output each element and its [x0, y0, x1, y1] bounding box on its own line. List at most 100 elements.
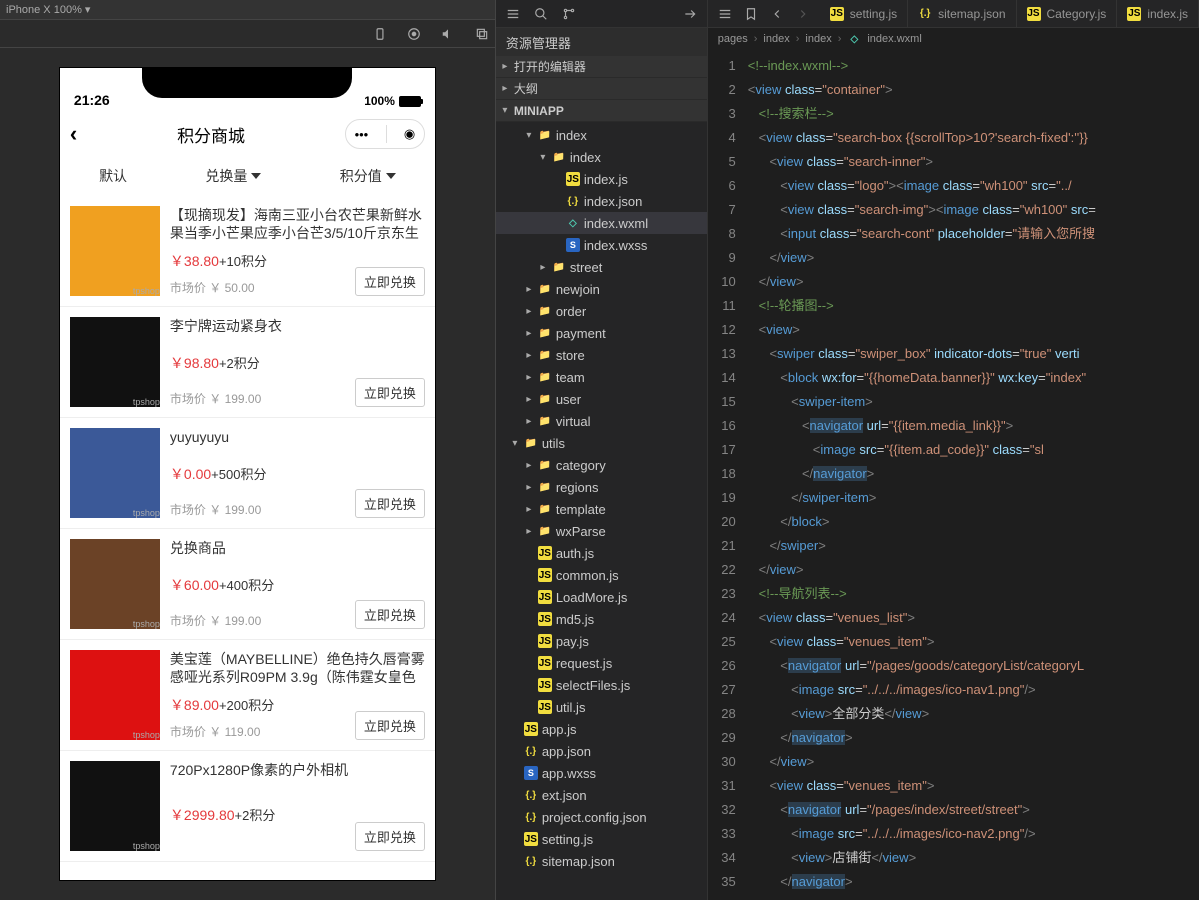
tree-node[interactable]: JSauth.js: [496, 542, 707, 564]
product-item[interactable]: tpshop yuyuyuyu ￥0.00+500积分 市场价 ￥ 199.00…: [60, 418, 435, 529]
redeem-button[interactable]: 立即兑换: [355, 600, 425, 629]
file-tree[interactable]: ▾📁index▾📁indexJSindex.js{.}index.json◇in…: [496, 122, 707, 900]
detach-icon[interactable]: [475, 27, 489, 41]
tree-node[interactable]: ▸📁category: [496, 454, 707, 476]
product-item[interactable]: tpshop 美宝莲（MAYBELLINE）绝色持久唇膏雾感哑光系列R09PM …: [60, 640, 435, 751]
crumb-item[interactable]: index: [805, 33, 831, 45]
tree-node[interactable]: ▸📁wxParse: [496, 520, 707, 542]
search-icon[interactable]: [534, 7, 548, 21]
code-line[interactable]: <block wx:for="{{homeData.banner}}" wx:k…: [748, 366, 1199, 390]
code-line[interactable]: <navigator url="/pages/goods/categoryLis…: [748, 654, 1199, 678]
tree-node[interactable]: ▸📁store: [496, 344, 707, 366]
code-line[interactable]: <!--轮播图-->: [748, 294, 1199, 318]
tree-node[interactable]: ▸📁template: [496, 498, 707, 520]
code-line[interactable]: </view>: [748, 558, 1199, 582]
code-line[interactable]: <view class="search-box {{scrollTop>10?'…: [748, 126, 1199, 150]
code-line[interactable]: <!--搜索栏-->: [748, 102, 1199, 126]
code-line[interactable]: <view>: [748, 318, 1199, 342]
tree-node[interactable]: JSLoadMore.js: [496, 586, 707, 608]
record-icon[interactable]: [407, 27, 421, 41]
tree-node[interactable]: {.}sitemap.json: [496, 850, 707, 872]
tree-node[interactable]: JSmd5.js: [496, 608, 707, 630]
redeem-button[interactable]: 立即兑换: [355, 267, 425, 296]
redeem-button[interactable]: 立即兑换: [355, 489, 425, 518]
mute-icon[interactable]: [441, 27, 455, 41]
tree-node[interactable]: JSpay.js: [496, 630, 707, 652]
tree-node[interactable]: ▸📁team: [496, 366, 707, 388]
tree-node[interactable]: ▾📁index: [496, 146, 707, 168]
tree-node[interactable]: ▸📁regions: [496, 476, 707, 498]
tree-node[interactable]: {.}index.json: [496, 190, 707, 212]
redeem-button[interactable]: 立即兑换: [355, 378, 425, 407]
tree-node[interactable]: Sindex.wxss: [496, 234, 707, 256]
code-line[interactable]: <view class="search-inner">: [748, 150, 1199, 174]
tree-node[interactable]: JSutil.js: [496, 696, 707, 718]
code-line[interactable]: <view>全部分类</view>: [748, 702, 1199, 726]
filter-tab[interactable]: 积分值: [340, 166, 396, 186]
tree-node[interactable]: JSselectFiles.js: [496, 674, 707, 696]
product-item[interactable]: tpshop 李宁牌运动紧身衣 ￥98.80+2积分 市场价 ￥ 199.00 …: [60, 307, 435, 418]
tree-node[interactable]: {.}project.config.json: [496, 806, 707, 828]
back-icon[interactable]: ‹: [70, 121, 77, 147]
code-line[interactable]: </block>: [748, 510, 1199, 534]
section-outline[interactable]: ▸大纲: [496, 78, 707, 100]
tree-node[interactable]: Sapp.wxss: [496, 762, 707, 784]
device-icon[interactable]: [373, 27, 387, 41]
code-line[interactable]: <view class="venues_item">: [748, 630, 1199, 654]
code-line[interactable]: <view>店铺街</view>: [748, 846, 1199, 870]
branch-icon[interactable]: [562, 7, 576, 21]
code-editor[interactable]: 1234567891011121314151617181920212223242…: [708, 50, 1199, 900]
tree-node[interactable]: ▸📁user: [496, 388, 707, 410]
product-list[interactable]: tpshop 【现摘现发】海南三亚小台农芒果新鲜水果当季小芒果应季小台芒3/5/…: [60, 196, 435, 862]
list-icon[interactable]: [718, 7, 732, 21]
filter-tab[interactable]: 默认: [99, 166, 127, 186]
tree-node[interactable]: JSindex.js: [496, 168, 707, 190]
code-line[interactable]: <!--index.wxml-->: [748, 54, 1199, 78]
code-line[interactable]: <view class="container">: [748, 78, 1199, 102]
tree-node[interactable]: JSrequest.js: [496, 652, 707, 674]
code-line[interactable]: <image src="../../../images/ico-nav2.png…: [748, 822, 1199, 846]
editor-tab[interactable]: JSsetting.js: [820, 0, 908, 28]
product-item[interactable]: tpshop 【现摘现发】海南三亚小台农芒果新鲜水果当季小芒果应季小台芒3/5/…: [60, 196, 435, 307]
tree-node[interactable]: ▾📁index: [496, 124, 707, 146]
code-line[interactable]: </swiper-item>: [748, 486, 1199, 510]
code-line[interactable]: <image src="../../../images/ico-nav1.png…: [748, 678, 1199, 702]
back-arrow-icon[interactable]: [770, 7, 784, 21]
code-line[interactable]: </navigator>: [748, 726, 1199, 750]
tree-node[interactable]: {.}ext.json: [496, 784, 707, 806]
crumb-item[interactable]: index: [763, 33, 789, 45]
tree-node[interactable]: ▸📁street: [496, 256, 707, 278]
filter-tab[interactable]: 兑换量: [205, 166, 261, 186]
tree-node[interactable]: ◇index.wxml: [496, 212, 707, 234]
code-line[interactable]: <view class="venues_list">: [748, 606, 1199, 630]
product-item[interactable]: tpshop 720Px1280P像素的户外相机 ￥2999.80+2积分 立即…: [60, 751, 435, 862]
code-line[interactable]: <view class="logo"><image class="wh100" …: [748, 174, 1199, 198]
editor-tab[interactable]: JSindex.js: [1117, 0, 1199, 28]
tree-node[interactable]: ▸📁payment: [496, 322, 707, 344]
code-line[interactable]: <!--导航列表-->: [748, 582, 1199, 606]
tree-node[interactable]: JSapp.js: [496, 718, 707, 740]
bookmark-icon[interactable]: [744, 7, 758, 21]
code-line[interactable]: </view>: [748, 270, 1199, 294]
code-line[interactable]: </navigator>: [748, 462, 1199, 486]
section-editors[interactable]: ▸打开的编辑器: [496, 56, 707, 78]
fwd-arrow-icon[interactable]: [796, 7, 810, 21]
code-line[interactable]: <input class="search-cont" placeholder="…: [748, 222, 1199, 246]
capsule-button[interactable]: ••• ◉: [345, 119, 425, 149]
outline-icon[interactable]: [506, 7, 520, 21]
crumb-item[interactable]: index.wxml: [867, 33, 921, 45]
redeem-button[interactable]: 立即兑换: [355, 822, 425, 851]
editor-tab[interactable]: {.}sitemap.json: [908, 0, 1016, 28]
code-line[interactable]: </swiper>: [748, 534, 1199, 558]
code-line[interactable]: <navigator url="/pages/index/street/stre…: [748, 798, 1199, 822]
crumb-item[interactable]: pages: [718, 33, 748, 45]
code-line[interactable]: <navigator url="{{item.media_link}}">: [748, 414, 1199, 438]
code-line[interactable]: </view>: [748, 246, 1199, 270]
code-line[interactable]: </view>: [748, 750, 1199, 774]
tree-node[interactable]: ▸📁newjoin: [496, 278, 707, 300]
tree-node[interactable]: ▸📁virtual: [496, 410, 707, 432]
close-icon[interactable]: ◉: [404, 126, 415, 142]
device-select[interactable]: iPhone X 100% ▾: [6, 3, 90, 16]
collapse-icon[interactable]: [683, 7, 697, 21]
tree-node[interactable]: {.}app.json: [496, 740, 707, 762]
